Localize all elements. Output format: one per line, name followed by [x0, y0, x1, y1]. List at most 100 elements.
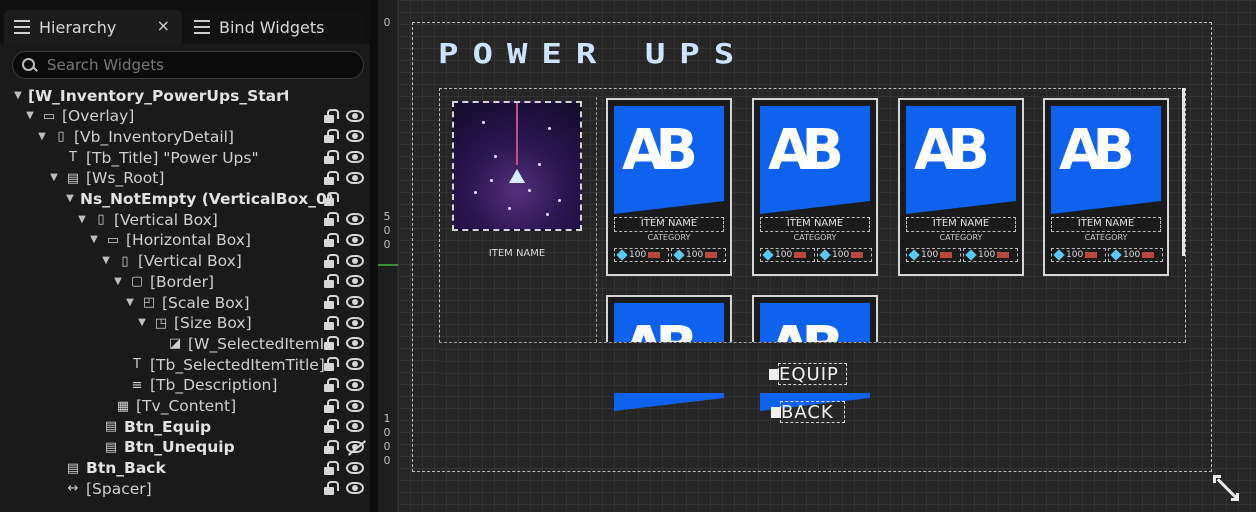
lock-icon[interactable] [322, 232, 339, 247]
eye-icon[interactable] [346, 482, 364, 495]
panel-splitter[interactable] [370, 0, 378, 512]
hierarchy-row[interactable]: ≡ [Tb_Description] [0, 375, 370, 396]
lock-icon[interactable] [322, 295, 339, 309]
item-card[interactable]: AB ITEM NAME CATEGORY 100 100 [898, 98, 1024, 276]
price-value: 100 [978, 250, 996, 260]
lock-icon[interactable] [322, 108, 339, 123]
hierarchy-row[interactable]: ↔ [Spacer] [0, 478, 370, 499]
lock-icon[interactable] [322, 191, 339, 206]
eye-icon[interactable] [346, 461, 364, 474]
hierarchy-row[interactable]: ▼ [W_Inventory_PowerUps_Starter] [0, 85, 370, 106]
eye-icon[interactable] [346, 316, 364, 329]
hierarchy-row[interactable]: ▼ ▯ [Vertical Box] [0, 251, 370, 272]
tab-bind-widgets[interactable]: Bind Widgets [184, 10, 364, 44]
hierarchy-row[interactable]: ▼ ▤ [Ws_Root] [0, 168, 370, 189]
hierarchy-row[interactable]: ▼ ◳ [Size Box] [0, 313, 370, 334]
lock-icon[interactable] [322, 439, 339, 454]
widget-switcher-icon: ▤ [66, 170, 80, 186]
text-icon: T [69, 150, 77, 166]
resize-icon[interactable] [1213, 475, 1239, 501]
item-card[interactable]: AB ITEM NAME CATEGORY 100 100 [752, 98, 878, 276]
hierarchy-row[interactable]: ▼ ▯ [Vertical Box] [0, 209, 370, 230]
price-tag: 100 [906, 248, 961, 262]
lock-icon[interactable] [322, 419, 339, 434]
tile-scrollbar[interactable] [1182, 88, 1185, 256]
item-card[interactable]: AB [606, 295, 732, 411]
expand-arrow-icon[interactable]: ▼ [24, 110, 36, 122]
scale-box-icon: ◰ [142, 295, 156, 310]
eye-icon[interactable] [346, 358, 364, 371]
lock-icon[interactable] [322, 150, 339, 165]
eye-icon[interactable] [346, 151, 364, 164]
lock-icon[interactable] [322, 315, 339, 330]
item-card[interactable]: AB ITEM NAME CATEGORY 100 100 [606, 98, 732, 276]
hierarchy-row[interactable]: ▼ ◰ [Scale Box] [0, 292, 370, 313]
selected-item-image[interactable] [452, 101, 582, 231]
hierarchy-row[interactable]: ▼ ▭ [Horizontal Box] [0, 230, 370, 251]
eye-icon[interactable] [346, 233, 364, 246]
ruler-label: 0 [383, 16, 391, 29]
hierarchy-row[interactable]: ▼ ▭ [Overlay] [0, 106, 370, 127]
eye-icon[interactable] [346, 399, 364, 412]
eye-icon[interactable] [346, 378, 364, 391]
expand-arrow-icon[interactable]: ▼ [48, 172, 60, 184]
equip-button[interactable]: EQUIP [769, 363, 847, 385]
hierarchy-row[interactable]: ▤ Btn_Unequip [0, 437, 370, 458]
hierarchy-row[interactable]: T [Tb_Title] "Power Ups" [0, 147, 370, 168]
expand-arrow-icon[interactable]: ▼ [88, 234, 100, 246]
expand-arrow-icon[interactable]: ▼ [64, 193, 76, 205]
eye-icon[interactable] [346, 254, 364, 267]
item-card[interactable]: AB ITEM NAME CATEGORY 100 100 [1043, 98, 1169, 276]
close-icon[interactable]: × [157, 16, 170, 35]
expand-arrow-icon[interactable]: ▼ [76, 214, 88, 226]
star [508, 207, 511, 210]
back-button[interactable]: BACK [771, 401, 845, 423]
hierarchy-row[interactable]: ▼ ▢ [Border] [0, 271, 370, 292]
item-card[interactable]: AB [752, 295, 878, 411]
expand-arrow-icon[interactable]: ▼ [124, 297, 136, 309]
item-category: CATEGORY [939, 233, 983, 242]
expand-arrow-icon[interactable]: ▼ [136, 317, 148, 329]
resize-corner [1213, 475, 1221, 483]
hierarchy-row[interactable]: ▼ ▯ [Vb_InventoryDetail] [0, 126, 370, 147]
lock-icon[interactable] [322, 253, 339, 268]
eye-icon[interactable] [346, 109, 364, 122]
price-value: 100 [629, 250, 647, 260]
lock-icon[interactable] [322, 357, 339, 372]
expand-arrow-icon[interactable]: ▼ [12, 90, 24, 102]
eye-icon[interactable] [346, 171, 364, 184]
eye-icon[interactable] [346, 337, 364, 350]
hierarchy-row[interactable]: T [Tb_SelectedItemTitle] [0, 354, 370, 375]
hierarchy-label: [Horizontal Box] [126, 231, 251, 250]
eye-icon[interactable] [346, 420, 364, 433]
hierarchy-row[interactable]: ◪ [W_SelectedItemI [0, 333, 370, 354]
hierarchy-row[interactable]: ▤ Btn_Equip [0, 416, 370, 437]
hierarchy-row[interactable]: ▤ Btn_Back [0, 458, 370, 479]
price-value: 100 [921, 250, 939, 260]
gem-icon [1053, 249, 1065, 261]
eye-hidden-icon[interactable] [346, 440, 364, 453]
expand-arrow-icon[interactable]: ▼ [36, 131, 48, 143]
expand-arrow-icon[interactable]: ▼ [112, 276, 124, 288]
eye-icon[interactable] [346, 213, 364, 226]
hierarchy-row[interactable]: ▼ Ns_NotEmpty (VerticalBox_0) [0, 189, 370, 210]
lock-icon[interactable] [322, 336, 339, 351]
price-tag: 100 [1051, 248, 1106, 262]
search-input[interactable] [47, 56, 363, 74]
eye-icon[interactable] [346, 296, 364, 308]
hierarchy-row[interactable]: ▦ [Tv_Content] [0, 396, 370, 417]
expand-arrow-icon[interactable]: ▼ [100, 255, 112, 267]
lock-icon[interactable] [322, 129, 339, 144]
lock-icon[interactable] [322, 481, 339, 496]
lock-icon[interactable] [322, 212, 339, 227]
eye-icon[interactable] [346, 130, 364, 143]
lock-icon[interactable] [322, 398, 339, 413]
lock-icon[interactable] [322, 460, 339, 475]
tab-hierarchy[interactable]: Hierarchy × [4, 10, 182, 44]
lock-icon[interactable] [322, 170, 339, 185]
lock-icon[interactable] [322, 274, 339, 289]
price-tag: 100 [671, 248, 726, 262]
eye-icon[interactable] [346, 275, 364, 288]
lock-icon[interactable] [322, 377, 339, 392]
price-value: 100 [1123, 250, 1141, 260]
